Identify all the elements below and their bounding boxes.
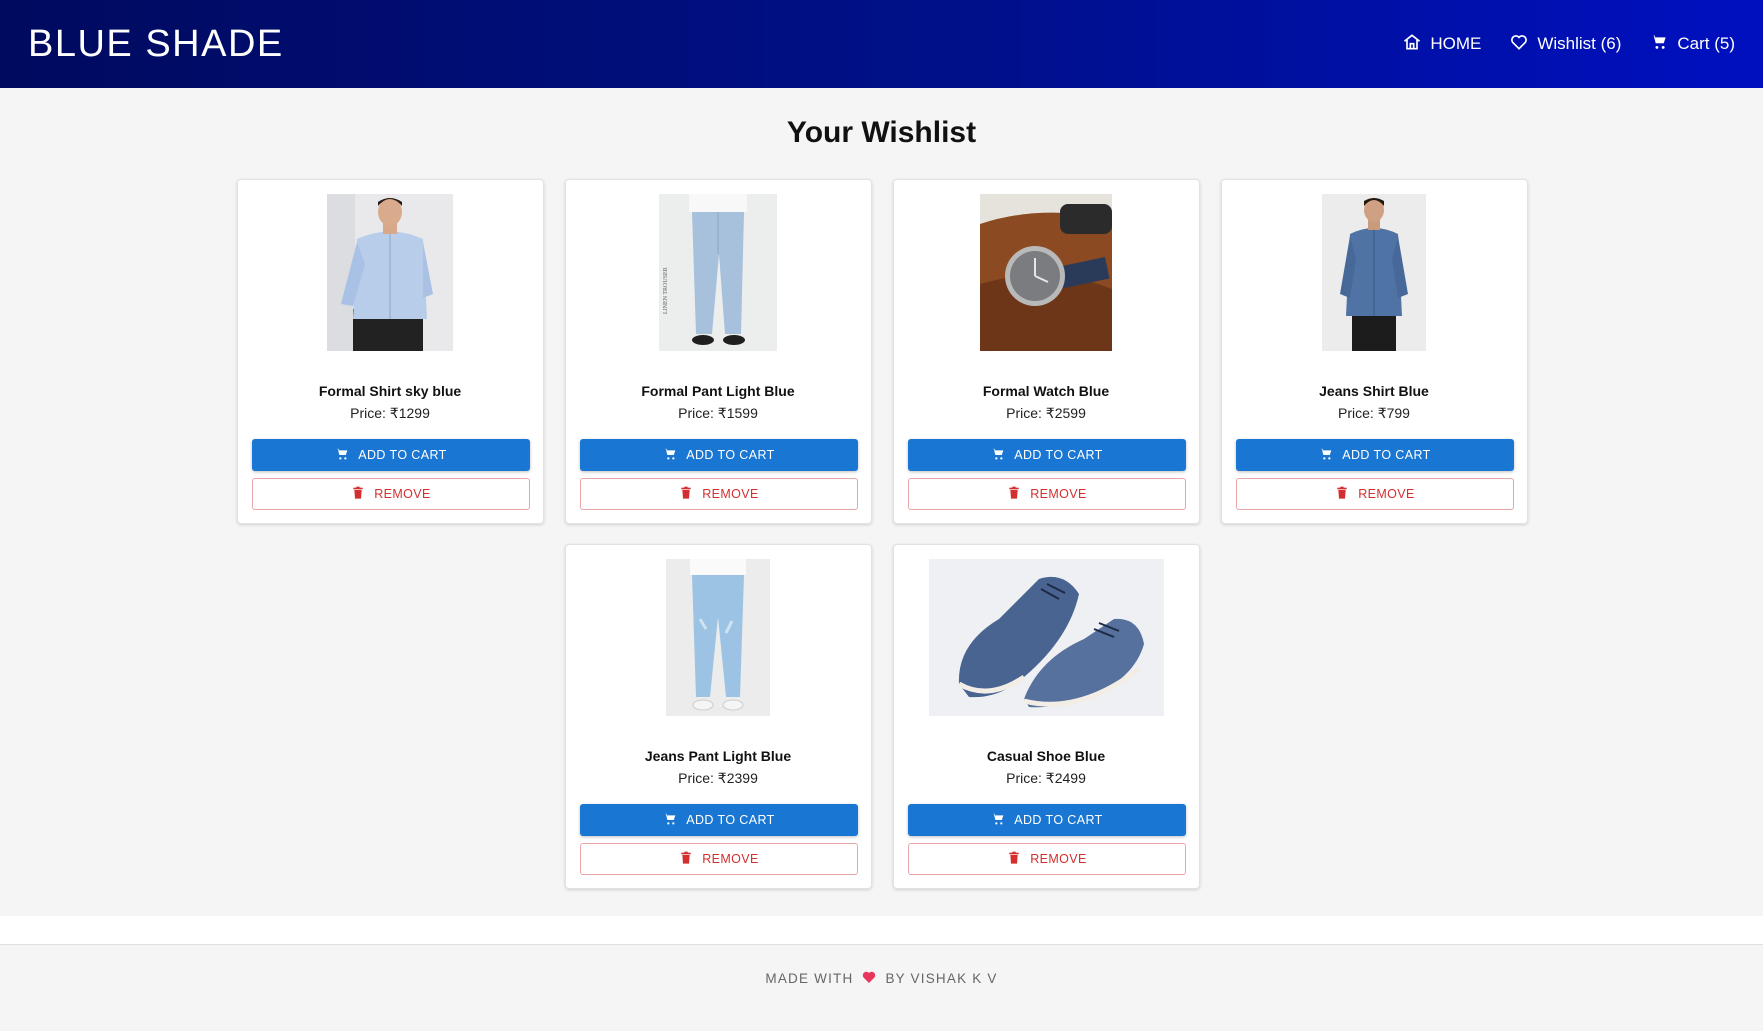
product-price: Price: ₹1299: [350, 405, 430, 421]
add-to-cart-label: ADD TO CART: [686, 813, 775, 827]
footer-spacer: [0, 916, 1763, 944]
nav-cart-label: Cart (5): [1677, 34, 1735, 53]
cart-icon: [662, 446, 678, 465]
cart-icon: [990, 811, 1006, 830]
nav-cart[interactable]: Cart (5): [1649, 32, 1735, 57]
formal-shirt-photo: [327, 194, 453, 351]
product-name: Formal Shirt sky blue: [318, 383, 462, 399]
remove-button[interactable]: REMOVE: [579, 843, 858, 875]
remove-button[interactable]: REMOVE: [579, 478, 858, 510]
cart-icon: [990, 446, 1006, 465]
add-to-cart-button[interactable]: ADD TO CART: [907, 804, 1186, 836]
product-price: Price: ₹1599: [678, 405, 758, 421]
remove-label: REMOVE: [1030, 852, 1087, 866]
remove-label: REMOVE: [1358, 487, 1415, 501]
product-name: Jeans Pant Light Blue: [644, 748, 792, 764]
formal-pant-photo: LINEN TROUSER: [659, 194, 777, 351]
trash-icon: [1334, 485, 1350, 504]
trash-icon: [678, 485, 694, 504]
product-price: Price: ₹2599: [1006, 405, 1086, 421]
add-to-cart-button[interactable]: ADD TO CART: [579, 804, 858, 836]
cart-icon: [1649, 32, 1669, 57]
product-card: LINEN TROUSER Formal Pant Light Blue Pri…: [564, 179, 872, 524]
product-price: Price: ₹2499: [1006, 770, 1086, 786]
product-card: Jeans Pant Light Blue Price: ₹2399 ADD T…: [564, 544, 872, 889]
remove-button[interactable]: REMOVE: [251, 478, 530, 510]
trash-icon: [1006, 485, 1022, 504]
product-image[interactable]: [566, 559, 871, 716]
remove-button[interactable]: REMOVE: [907, 843, 1186, 875]
add-to-cart-button[interactable]: ADD TO CART: [907, 439, 1186, 471]
remove-button[interactable]: REMOVE: [1235, 478, 1514, 510]
add-to-cart-button[interactable]: ADD TO CART: [579, 439, 858, 471]
svg-text:LINEN TROUSER: LINEN TROUSER: [663, 267, 669, 314]
product-card: Formal Watch Blue Price: ₹2599 ADD TO CA…: [892, 179, 1200, 524]
heart-icon: [861, 969, 877, 988]
footer-prefix: MADE WITH: [765, 971, 854, 986]
remove-label: REMOVE: [702, 852, 759, 866]
home-icon: [1402, 32, 1422, 57]
product-image[interactable]: [894, 559, 1199, 716]
add-to-cart-label: ADD TO CART: [358, 448, 447, 462]
cart-icon: [1318, 446, 1334, 465]
remove-label: REMOVE: [702, 487, 759, 501]
product-card: Formal Shirt sky blue Price: ₹1299 ADD T…: [236, 179, 544, 524]
wishlist-grid: Formal Shirt sky blue Price: ₹1299 ADD T…: [74, 179, 1690, 889]
product-card: Casual Shoe Blue Price: ₹2499 ADD TO CAR…: [892, 544, 1200, 889]
footer-credit: MADE WITH BY VISHAK K V: [0, 969, 1763, 988]
footer-suffix: BY VISHAK K V: [885, 971, 998, 986]
product-price: Price: ₹2399: [678, 770, 758, 786]
product-image[interactable]: [1222, 194, 1527, 351]
add-to-cart-button[interactable]: ADD TO CART: [251, 439, 530, 471]
jeans-shirt-photo: [1322, 194, 1426, 351]
app-footer: MADE WITH BY VISHAK K V: [0, 944, 1763, 1031]
nav-home[interactable]: HOME: [1402, 32, 1481, 57]
cart-icon: [662, 811, 678, 830]
main-content: Your Wishlist Formal Shirt sky blue Pric…: [0, 88, 1763, 916]
add-to-cart-label: ADD TO CART: [686, 448, 775, 462]
product-name: Formal Watch Blue: [982, 383, 1110, 399]
cart-icon: [334, 446, 350, 465]
add-to-cart-label: ADD TO CART: [1342, 448, 1431, 462]
brand-logo[interactable]: BLUE SHADE: [28, 23, 284, 66]
product-name: Jeans Shirt Blue: [1319, 383, 1429, 399]
casual-shoe-photo: [928, 559, 1164, 716]
trash-icon: [678, 850, 694, 869]
remove-label: REMOVE: [1030, 487, 1087, 501]
nav-wishlist[interactable]: Wishlist (6): [1509, 32, 1621, 57]
top-nav: HOME Wishlist (6) Cart (5): [1402, 32, 1735, 57]
product-image[interactable]: [894, 194, 1199, 351]
product-image[interactable]: [238, 194, 543, 351]
add-to-cart-button[interactable]: ADD TO CART: [1235, 439, 1514, 471]
nav-home-label: HOME: [1430, 34, 1482, 53]
jeans-pant-photo: [666, 559, 770, 716]
page-title: Your Wishlist: [786, 116, 977, 149]
nav-wishlist-label: Wishlist (6): [1537, 34, 1622, 53]
add-to-cart-label: ADD TO CART: [1014, 448, 1103, 462]
trash-icon: [1006, 850, 1022, 869]
product-image[interactable]: LINEN TROUSER: [566, 194, 871, 351]
app-header: BLUE SHADE HOME Wishlist (6) Cart (5): [0, 0, 1763, 88]
remove-label: REMOVE: [374, 487, 431, 501]
heart-outline-icon: [1509, 32, 1529, 57]
add-to-cart-label: ADD TO CART: [1014, 813, 1103, 827]
product-card: Jeans Shirt Blue Price: ₹799 ADD TO CART…: [1220, 179, 1528, 524]
product-name: Casual Shoe Blue: [986, 748, 1106, 764]
product-name: Formal Pant Light Blue: [641, 383, 795, 399]
formal-watch-photo: [980, 194, 1112, 351]
product-price: Price: ₹799: [1338, 405, 1410, 421]
remove-button[interactable]: REMOVE: [907, 478, 1186, 510]
trash-icon: [350, 485, 366, 504]
